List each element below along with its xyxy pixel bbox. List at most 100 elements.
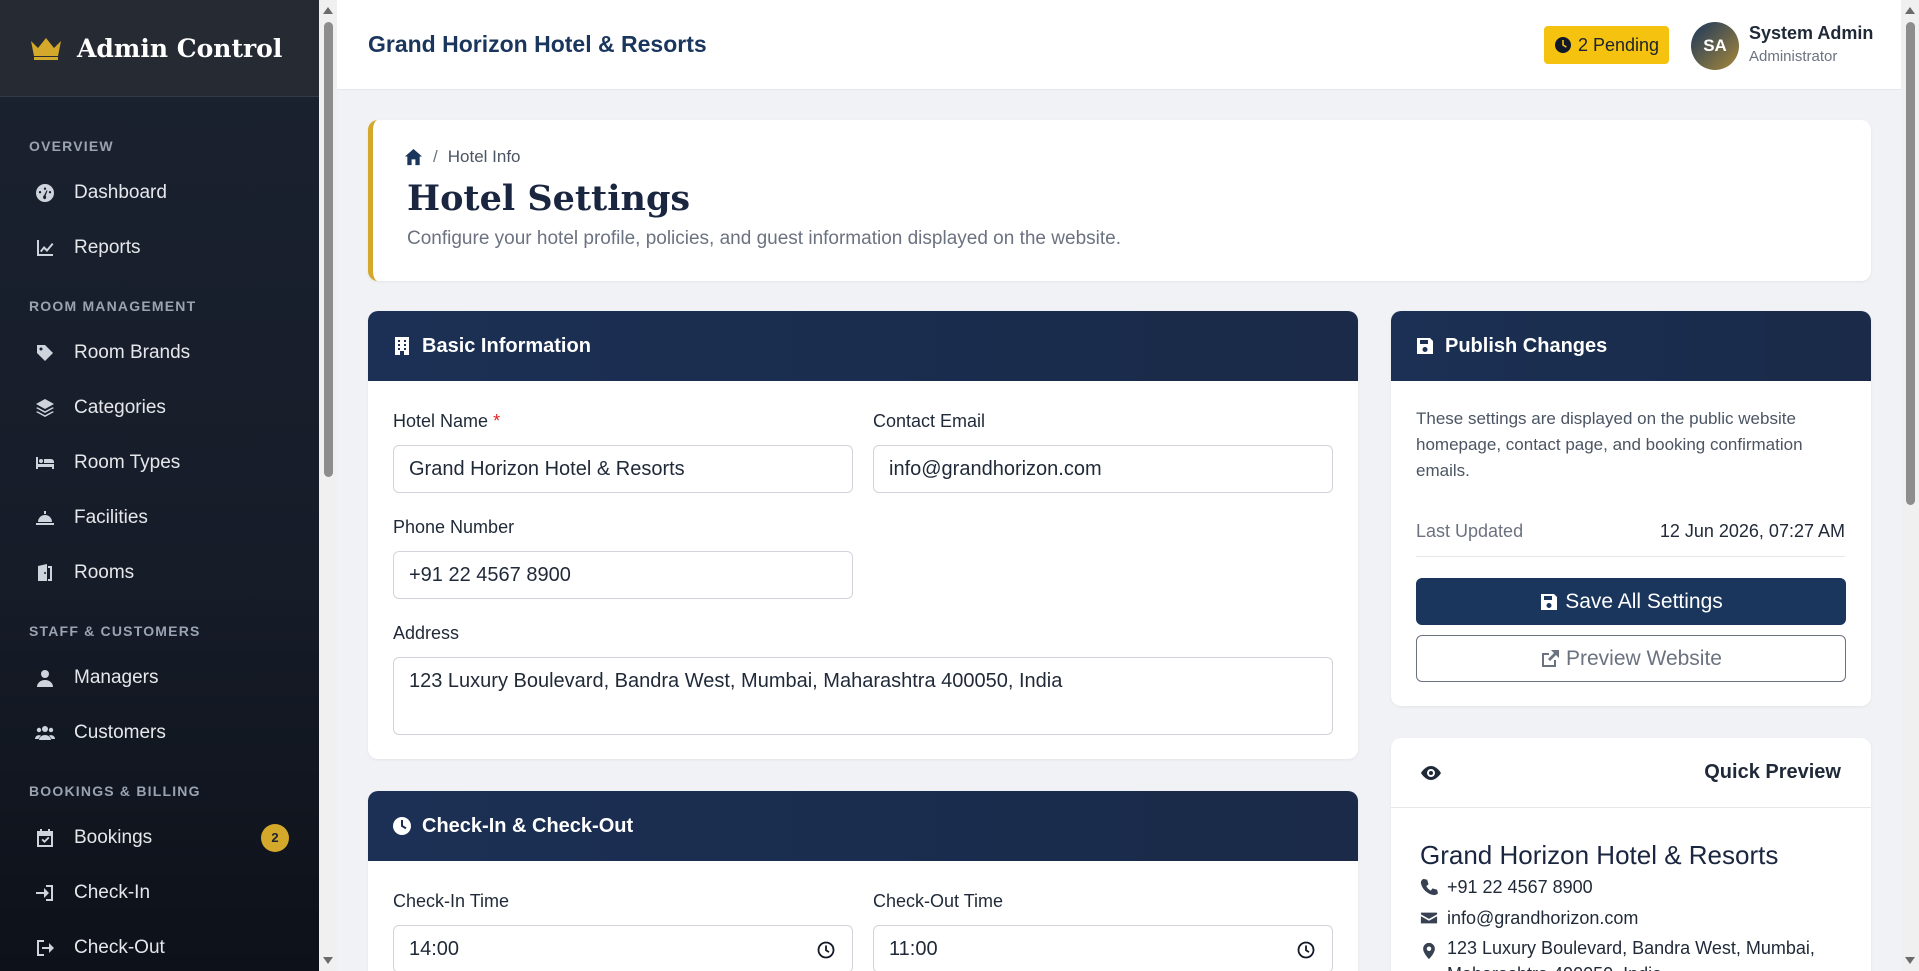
sidebar-item-rooms[interactable]: Rooms xyxy=(0,545,319,600)
checkin-checkout-card: Check-In & Check-Out Check-In Time 14:00… xyxy=(368,791,1358,971)
preview-hotel-name: Grand Horizon Hotel & Resorts xyxy=(1420,840,1779,870)
checkout-time-input[interactable]: 11:00 xyxy=(873,925,1333,971)
page-scroll-thumb[interactable] xyxy=(1906,22,1915,505)
bookings-count-badge: 2 xyxy=(261,823,289,852)
user-role: Administrator xyxy=(1749,48,1838,65)
hotel-name-input[interactable]: Grand Horizon Hotel & Resorts xyxy=(393,445,853,493)
checkin-time-value: 14:00 xyxy=(409,937,460,960)
sidebar-item-label: Categories xyxy=(74,396,166,418)
sidebar-item-label: Facilities xyxy=(74,506,148,528)
sidebar-item-label: Reports xyxy=(74,236,141,258)
checkin-time-input[interactable]: 14:00 xyxy=(393,925,853,971)
envelope-icon xyxy=(1420,912,1438,924)
nav-section-staff-customers: STAFF & CUSTOMERS xyxy=(29,623,201,639)
pending-badge[interactable]: 2 Pending xyxy=(1544,26,1670,64)
publish-changes-title: Publish Changes xyxy=(1445,334,1608,357)
page-subtitle: Configure your hotel profile, policies, … xyxy=(407,228,1121,249)
hotel-name-label-text: Hotel Name xyxy=(393,411,489,431)
door-icon xyxy=(34,562,56,584)
sidebar-item-check-out[interactable]: Check-Out xyxy=(0,920,319,971)
contact-email-input[interactable]: info@grandhorizon.com xyxy=(873,445,1333,493)
page-scrollbar[interactable] xyxy=(1901,0,1919,971)
sidebar-item-customers[interactable]: Customers xyxy=(0,705,319,760)
contact-email-label: Contact Email xyxy=(873,411,986,431)
avatar[interactable]: SA xyxy=(1691,22,1739,70)
publish-changes-header: Publish Changes xyxy=(1391,311,1871,381)
sidebar-item-label: Rooms xyxy=(74,561,135,583)
save-all-settings-button[interactable]: Save All Settings xyxy=(1416,578,1846,625)
address-label: Address xyxy=(393,623,460,643)
page-title: Hotel Settings xyxy=(407,178,691,219)
sidebar-item-managers[interactable]: Managers xyxy=(0,650,319,705)
sidebar-item-dashboard[interactable]: Dashboard xyxy=(0,165,319,220)
sidebar-item-label: Check-In xyxy=(74,881,151,903)
tag-icon xyxy=(34,342,56,364)
map-pin-icon xyxy=(1423,942,1435,960)
preview-email: info@grandhorizon.com xyxy=(1447,908,1639,928)
phone-number-label: Phone Number xyxy=(393,517,515,537)
preview-address-row: 123 Luxury Boulevard, Bandra West, Mumba… xyxy=(1420,938,1840,971)
scroll-down-arrow[interactable] xyxy=(323,957,333,964)
bell-concierge-icon xyxy=(34,507,56,529)
chart-line-icon xyxy=(34,237,56,259)
preview-phone-row: +91 22 4567 8900 xyxy=(1420,877,1593,898)
sidebar-item-categories[interactable]: Categories xyxy=(0,380,319,435)
breadcrumb: / Hotel Info xyxy=(404,147,521,167)
basic-info-title: Basic Information xyxy=(422,334,591,357)
scroll-up-arrow[interactable] xyxy=(1905,7,1915,14)
home-icon[interactable] xyxy=(404,148,423,167)
sidebar-item-label: Room Types xyxy=(74,451,181,473)
scroll-down-arrow[interactable] xyxy=(1905,957,1915,964)
crown-icon xyxy=(31,38,61,60)
preview-website-button[interactable]: Preview Website xyxy=(1416,635,1846,682)
sidebar-scrollbar[interactable] xyxy=(319,0,337,971)
nav-section-bookings-billing: BOOKINGS & BILLING xyxy=(29,783,201,799)
time-picker-icon[interactable] xyxy=(816,940,836,960)
preview-phone: +91 22 4567 8900 xyxy=(1447,877,1593,897)
checkin-checkout-header: Check-In & Check-Out xyxy=(368,791,1358,861)
sidebar-item-label: Dashboard xyxy=(74,181,167,203)
user-name[interactable]: System Admin xyxy=(1749,23,1873,44)
sidebar-item-reports[interactable]: Reports xyxy=(0,220,319,275)
basic-info-card: Basic Information Hotel Name * Grand Hor… xyxy=(368,311,1358,759)
scroll-up-arrow[interactable] xyxy=(323,7,333,14)
sidebar-item-label: Managers xyxy=(74,666,159,688)
preview-email-row: info@grandhorizon.com xyxy=(1420,908,1638,929)
sidebar-item-room-types[interactable]: Room Types xyxy=(0,435,319,490)
phone-number-input[interactable]: +91 22 4567 8900 xyxy=(393,551,853,599)
gauge-icon xyxy=(34,182,56,204)
breadcrumb-separator: / xyxy=(433,147,438,166)
time-picker-icon[interactable] xyxy=(1296,940,1316,960)
hotel-name-label: Hotel Name * xyxy=(393,411,500,432)
checkout-time-value: 11:00 xyxy=(889,937,938,960)
floppy-disk-icon xyxy=(1541,593,1558,610)
hotel-title: Grand Horizon Hotel & Resorts xyxy=(368,31,707,57)
required-mark: * xyxy=(493,411,501,431)
quick-preview-card: Quick Preview Grand Horizon Hotel & Reso… xyxy=(1391,738,1871,971)
sidebar-item-label: Check-Out xyxy=(74,936,165,958)
clock-icon xyxy=(393,817,411,835)
phone-icon xyxy=(1420,878,1438,896)
sign-out-icon xyxy=(34,937,56,959)
basic-info-header: Basic Information xyxy=(368,311,1358,381)
sidebar-item-check-in[interactable]: Check-In xyxy=(0,865,319,920)
external-link-icon xyxy=(1541,649,1559,667)
eye-icon xyxy=(1421,765,1441,780)
brand-title: Admin Control xyxy=(77,33,283,63)
topbar: Grand Horizon Hotel & Resorts 2 Pending … xyxy=(337,0,1901,90)
last-updated-label: Last Updated xyxy=(1416,521,1524,541)
address-textarea[interactable]: 123 Luxury Boulevard, Bandra West, Mumba… xyxy=(393,657,1333,735)
sidebar-item-facilities[interactable]: Facilities xyxy=(0,490,319,545)
page-header-card: / Hotel Info Hotel Settings Configure yo… xyxy=(368,120,1871,281)
clock-icon xyxy=(1555,37,1571,53)
calendar-check-icon xyxy=(34,827,56,849)
sidebar-item-label: Customers xyxy=(74,721,166,743)
save-all-settings-label: Save All Settings xyxy=(1565,589,1723,613)
sidebar-brand[interactable]: Admin Control xyxy=(0,0,319,97)
layers-icon xyxy=(34,397,56,419)
sidebar-item-room-brands[interactable]: Room Brands xyxy=(0,325,319,380)
sidebar-scroll-thumb[interactable] xyxy=(324,22,333,477)
sign-in-icon xyxy=(34,882,56,904)
quick-preview-header: Quick Preview xyxy=(1391,738,1871,808)
sidebar-item-bookings[interactable]: Bookings 2 xyxy=(0,810,319,865)
